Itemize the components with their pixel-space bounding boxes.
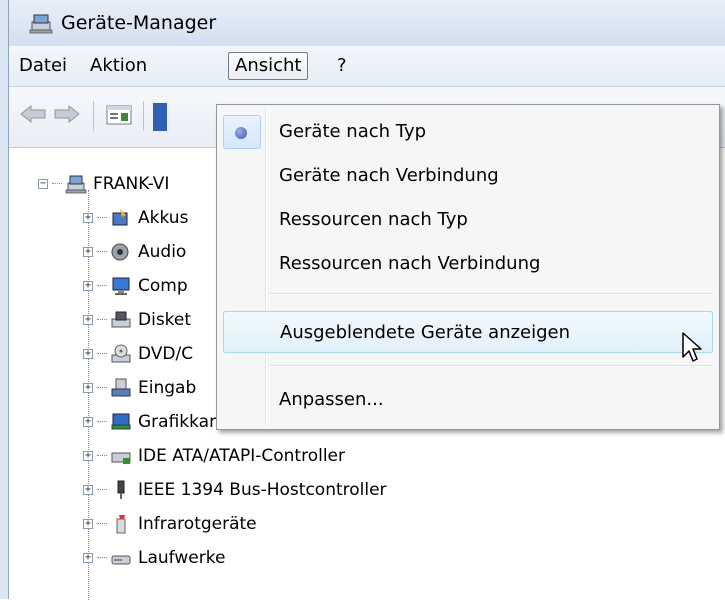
- back-arrow-icon[interactable]: [19, 103, 47, 125]
- expand-icon[interactable]: +: [83, 281, 93, 291]
- dvd-drive-icon: [111, 344, 131, 363]
- menu-item-label: Ressourcen nach Verbindung: [279, 253, 541, 274]
- menu-item-label: Geräte nach Typ: [279, 121, 427, 142]
- expand-icon[interactable]: +: [83, 553, 93, 563]
- window-frame-left: [0, 0, 9, 599]
- expand-icon[interactable]: +: [83, 451, 93, 461]
- toolbar-separator: [93, 101, 94, 131]
- monitor-icon: [112, 277, 130, 295]
- expand-icon[interactable]: +: [83, 213, 93, 223]
- disk-drive-icon: [111, 555, 131, 565]
- menu-item-geraete-nach-typ[interactable]: Geräte nach Typ: [219, 111, 715, 153]
- battery-icon: [112, 209, 128, 226]
- tree-node-grafikkarte[interactable]: + Grafikkarte: [83, 405, 233, 439]
- menu-item-anpassen[interactable]: Anpassen...: [219, 379, 715, 421]
- expand-icon[interactable]: +: [83, 519, 93, 529]
- tree-connector: [97, 557, 107, 559]
- tree-node-disket[interactable]: + Disket: [83, 303, 191, 337]
- tree-connector: [97, 387, 107, 389]
- menu-help[interactable]: ?: [331, 52, 353, 80]
- expand-icon[interactable]: +: [83, 315, 93, 325]
- mouse-cursor-icon: [682, 332, 702, 362]
- tree-node-label: Audio: [138, 242, 187, 262]
- tree-node-eingabe[interactable]: + Eingab: [83, 371, 196, 405]
- tree-node-infrarot[interactable]: + Infrarotgeräte: [83, 507, 257, 541]
- tree-connector: [52, 183, 62, 185]
- display-adapter-icon: [111, 413, 131, 430]
- menu-item-label: Ressourcen nach Typ: [279, 209, 468, 230]
- tree-node-label: Laufwerke: [138, 548, 226, 568]
- properties-icon[interactable]: [105, 103, 133, 127]
- tree-node-laufwerke[interactable]: + Laufwerke: [83, 541, 225, 575]
- tree-node-computer[interactable]: + Comp: [83, 269, 188, 303]
- menu-item-ressourcen-nach-typ[interactable]: Ressourcen nach Typ: [219, 199, 715, 241]
- tree-node-label: Comp: [138, 276, 188, 296]
- menu-bar: Datei Aktion Ansicht ?: [9, 46, 725, 87]
- tree-node-akkus[interactable]: + Akkus: [83, 201, 188, 235]
- tree-node-label: Akkus: [138, 208, 189, 228]
- tree-node-label: Eingab: [138, 378, 197, 398]
- tree-connector: [97, 489, 107, 491]
- collapse-icon[interactable]: −: [38, 179, 48, 189]
- tree-connector: [97, 353, 107, 355]
- expand-icon[interactable]: +: [83, 247, 93, 257]
- menu-ansicht[interactable]: Ansicht: [228, 52, 309, 80]
- menu-item-label: Geräte nach Verbindung: [279, 165, 499, 186]
- tree-root-item[interactable]: − FRANK-VI: [38, 167, 169, 201]
- tree-connector: [97, 251, 107, 253]
- help-icon[interactable]: [153, 103, 167, 131]
- expand-icon[interactable]: +: [83, 349, 93, 359]
- device-manager-icon: [29, 14, 53, 34]
- menu-item-ressourcen-nach-verbindung[interactable]: Ressourcen nach Verbindung: [219, 243, 715, 285]
- tree-node-ide[interactable]: + IDE ATA/ATAPI-Controller: [83, 439, 345, 473]
- tree-node-label: Disket: [138, 310, 192, 330]
- tree-node-label: Infrarotgeräte: [138, 514, 257, 534]
- input-device-icon: [111, 378, 131, 397]
- menu-item-geraete-nach-verbindung[interactable]: Geräte nach Verbindung: [219, 155, 715, 197]
- toolbar-separator: [143, 101, 144, 131]
- infrared-icon: [116, 515, 126, 534]
- window-title: Geräte-Manager: [61, 12, 217, 34]
- tree-connector: [97, 523, 107, 525]
- expand-icon[interactable]: +: [83, 417, 93, 427]
- tree-node-ieee1394[interactable]: + IEEE 1394 Bus-Hostcontroller: [83, 473, 387, 507]
- tree-node-audio[interactable]: + Audio: [83, 235, 186, 269]
- tree-root-label: FRANK-VI: [93, 174, 170, 194]
- device-manager-window: Geräte-Manager Datei Aktion Ansicht ? − …: [9, 0, 725, 600]
- tree-node-dvd[interactable]: + DVD/C: [83, 337, 193, 371]
- tree-node-label: IDE ATA/ATAPI-Controller: [138, 446, 346, 466]
- forward-arrow-icon[interactable]: [53, 103, 81, 125]
- menu-item-ausgeblendete-geraete[interactable]: Ausgeblendete Geräte anzeigen: [223, 311, 713, 353]
- ide-controller-icon: [111, 452, 131, 464]
- firewire-icon: [117, 480, 125, 499]
- ansicht-dropdown-menu: Geräte nach Typ Geräte nach Verbindung R…: [216, 104, 720, 430]
- radio-selected-icon: [235, 127, 247, 139]
- menu-datei[interactable]: Datei: [13, 52, 73, 80]
- tree-connector: [97, 285, 107, 287]
- tree-connector: [97, 319, 107, 321]
- floppy-drive-icon: [111, 311, 131, 328]
- tree-connector: [97, 421, 107, 423]
- menu-item-label: Ausgeblendete Geräte anzeigen: [280, 322, 571, 343]
- tree-connector: [97, 217, 107, 219]
- tree-node-label: DVD/C: [138, 344, 194, 364]
- expand-icon[interactable]: +: [83, 485, 93, 495]
- expand-icon[interactable]: +: [83, 383, 93, 393]
- menu-item-label: Anpassen...: [279, 389, 384, 410]
- computer-icon: [65, 175, 87, 194]
- menu-separator: [269, 293, 713, 295]
- menu-separator: [269, 365, 713, 367]
- tree-connector: [97, 455, 107, 457]
- speaker-icon: [111, 243, 129, 261]
- menu-aktion[interactable]: Aktion: [84, 52, 153, 80]
- tree-node-label: IEEE 1394 Bus-Hostcontroller: [138, 480, 387, 500]
- title-bar: Geräte-Manager: [9, 0, 725, 46]
